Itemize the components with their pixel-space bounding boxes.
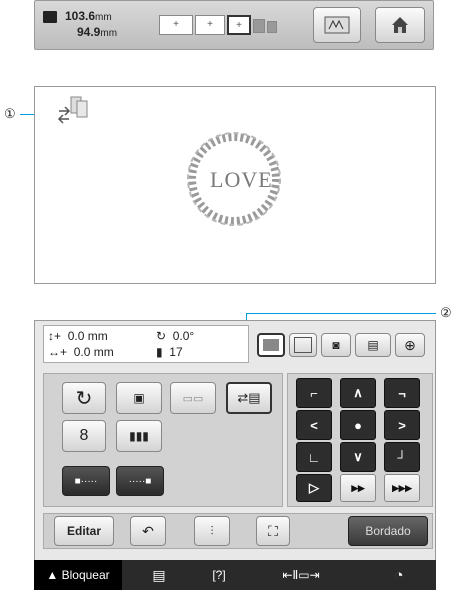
border-decrease-button[interactable]: ■····· (62, 466, 110, 496)
move-right-button[interactable]: > (384, 410, 420, 440)
thread-icon: ▮ (156, 345, 163, 359)
settings-button[interactable]: ◔ (364, 560, 434, 590)
home-button[interactable] (375, 7, 425, 43)
hoop-size-indicators: + + + (159, 13, 289, 39)
move-down-right-button[interactable]: ┘ (384, 442, 420, 472)
vertical-offset-value: 0.0 (67, 329, 85, 343)
color-count-value: 17 (169, 345, 183, 359)
document-icon: ▤ (152, 566, 166, 583)
move-up-button[interactable]: ∧ (340, 378, 376, 408)
home-icon (392, 17, 408, 33)
design-text: LOVE (210, 167, 273, 192)
hoop-smallest (267, 21, 277, 33)
trial-button[interactable]: ⛶ (256, 516, 290, 546)
width-unit: mm (95, 12, 112, 23)
grid-icon (263, 339, 279, 351)
undo-icon: ↶ (142, 522, 154, 539)
move-arrow-pad: ⌐ ∧ ¬ < ● > ∟ ∨ ┘ ▷ ▸▸ ▸▸▸ (287, 373, 433, 507)
edit-panel: ↕+ 0.0 mm ↔+ 0.0 mm ↻ 0.0° ▮ 17 ◙ ▤ ⊕ ↻ … (34, 320, 436, 590)
fabric-thickness-button[interactable]: ⫶ (194, 516, 230, 546)
camera-button[interactable]: ◙ (321, 333, 351, 357)
lock-button[interactable]: ▲ Bloquear (34, 560, 122, 590)
fabric-icon (294, 337, 312, 353)
move-down-button[interactable]: ∨ (340, 442, 376, 472)
layout-switch-button[interactable]: ⇄▤ (226, 382, 272, 414)
horizontal-offset-icon: ↔+ (48, 345, 68, 359)
trial-icon: ⛶ (268, 522, 278, 539)
edit-button[interactable]: Editar (54, 516, 114, 546)
fabric-image-button[interactable] (313, 7, 361, 43)
hoop-small (253, 19, 265, 33)
action-row: Editar ↶ ⫶ ⛶ Bordado (43, 513, 433, 549)
move-up-left-button[interactable]: ⌐ (296, 378, 332, 408)
zoom-icon: ⊕ (404, 336, 416, 353)
top-bar: 103.6mm 94.9mm + + + (34, 0, 434, 50)
size-icon: ▣ (133, 391, 145, 405)
callout-1: ① (4, 106, 16, 121)
status-bar: ▲ Bloquear ▤ [?] ⇤Ⅱ▭⇥ ◔ (34, 560, 436, 590)
preview-button[interactable]: ▤ (355, 333, 391, 357)
step-slow-button[interactable]: ▷ (296, 474, 332, 502)
clock-icon: ◔ (394, 566, 404, 584)
hoop-large: + (159, 15, 193, 35)
snowman-icon: 8 (79, 427, 89, 444)
border-increase-icon: ·····■ (128, 475, 152, 487)
hoop-selected: + (227, 15, 251, 35)
border-decrease-icon: ■····· (74, 475, 98, 487)
undo-button[interactable]: ↶ (130, 516, 166, 546)
layout-screen-icon (57, 96, 88, 124)
color-sort-icon: ▮▮▮ (129, 429, 149, 443)
hoop-medium: + (195, 15, 225, 35)
zoom-button[interactable]: ⊕ (395, 333, 425, 357)
array-icon: ▭▭ (182, 392, 204, 405)
move-center-button[interactable]: ● (340, 410, 376, 440)
preview-icon: ▤ (367, 338, 379, 352)
warning-icon: ▲ (46, 568, 59, 582)
callout-2: ② (440, 305, 452, 320)
height-unit: mm (100, 28, 118, 39)
view-fabric-button[interactable] (289, 333, 317, 357)
vertical-offset-icon: ↕+ (48, 329, 62, 343)
snowman-button[interactable]: 8 (62, 420, 106, 452)
fabric-image-icon (324, 16, 350, 34)
help-button[interactable]: [?] (194, 560, 244, 590)
callout-2-line-h (246, 313, 436, 314)
rotate-icon: ↻ (75, 387, 93, 410)
camera-icon: ◙ (332, 338, 340, 352)
presser-foot-icon: ⇤Ⅱ▭⇥ (282, 568, 320, 582)
embroidery-preview: LOVE (34, 86, 436, 284)
manual-button[interactable]: ▤ (134, 560, 184, 590)
array-button[interactable]: ▭▭ (170, 382, 216, 414)
height-value: 94.9 (77, 25, 101, 39)
move-up-right-button[interactable]: ¬ (384, 378, 420, 408)
embroider-button[interactable]: Bordado (348, 516, 428, 546)
width-value: 103.6 (65, 9, 96, 23)
border-increase-button[interactable]: ·····■ (116, 466, 164, 496)
presser-foot-button[interactable]: ⇤Ⅱ▭⇥ (256, 560, 346, 590)
view-layout-button[interactable] (257, 333, 285, 357)
move-down-left-button[interactable]: ∟ (296, 442, 332, 472)
layout-switch-icon: ⇄▤ (237, 390, 261, 405)
rotation-angle-value: 0.0° (172, 329, 195, 343)
design-size-readout: 103.6mm 94.9mm (41, 7, 117, 43)
lock-label: Bloquear (61, 568, 110, 582)
horizontal-offset-value: 0.0 (73, 345, 91, 359)
color-sort-button[interactable]: ▮▮▮ (116, 420, 162, 452)
fabric-thickness-icon: ⫶ (210, 523, 214, 538)
edit-tools: ↻ ▣ ▭▭ ⇄▤ 8 ▮▮▮ ■····· ·····■ (43, 373, 283, 507)
step-fast-button[interactable]: ▸▸▸ (384, 474, 420, 502)
step-medium-button[interactable]: ▸▸ (340, 474, 376, 502)
rotate-button[interactable]: ↻ (62, 382, 106, 414)
size-icon (43, 11, 57, 23)
size-button[interactable]: ▣ (116, 382, 162, 414)
move-left-button[interactable]: < (296, 410, 332, 440)
position-info: ↕+ 0.0 mm ↔+ 0.0 mm ↻ 0.0° ▮ 17 (43, 325, 249, 363)
rotation-icon: ↻ (156, 329, 167, 343)
help-icon: [?] (212, 568, 226, 582)
